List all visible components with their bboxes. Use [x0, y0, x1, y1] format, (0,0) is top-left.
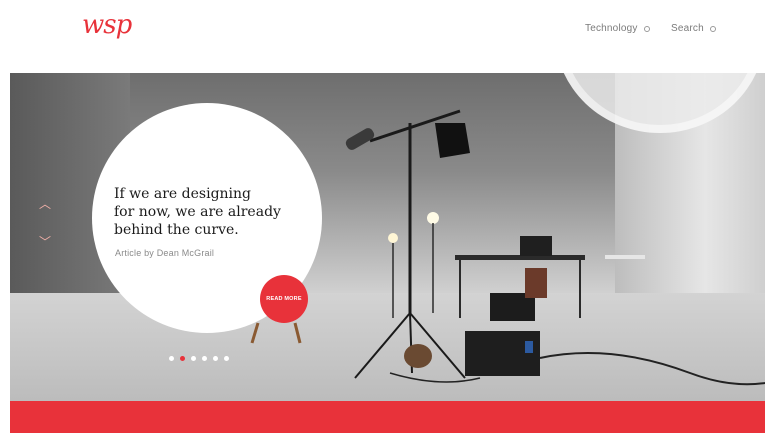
read-more-button[interactable]: READ MORE [260, 275, 308, 323]
footer-accent-bar [10, 401, 765, 433]
featured-quote[interactable]: If we are designing for now, we are alre… [114, 185, 284, 239]
circle-icon [709, 25, 716, 32]
carousel-dot[interactable] [169, 356, 174, 361]
circle-icon [643, 25, 650, 32]
chevron-down-icon[interactable]: ﹀ [39, 233, 51, 250]
chevron-up-icon[interactable]: ︿ [39, 195, 51, 212]
quote-line: behind the curve. [114, 222, 239, 238]
hero-banner: If we are designing for now, we are alre… [10, 73, 765, 401]
carousel-dot[interactable] [213, 356, 218, 361]
carousel-dot-active[interactable] [180, 356, 185, 361]
site-header: wsp Technology Search [0, 0, 769, 73]
carousel-dot[interactable] [191, 356, 196, 361]
wsp-logo[interactable]: wsp [82, 10, 132, 40]
article-author: Article by Dean McGrail [115, 248, 215, 258]
nav-search-label: Search [671, 23, 704, 34]
quote-line: for now, we are already [114, 204, 281, 220]
nav-technology[interactable]: Technology [585, 23, 650, 34]
carousel-dots [169, 356, 229, 361]
nav-technology-label: Technology [585, 23, 638, 34]
nav-search[interactable]: Search [671, 23, 716, 34]
carousel-dot[interactable] [202, 356, 207, 361]
quote-line: If we are designing [114, 186, 251, 202]
carousel-dot[interactable] [224, 356, 229, 361]
